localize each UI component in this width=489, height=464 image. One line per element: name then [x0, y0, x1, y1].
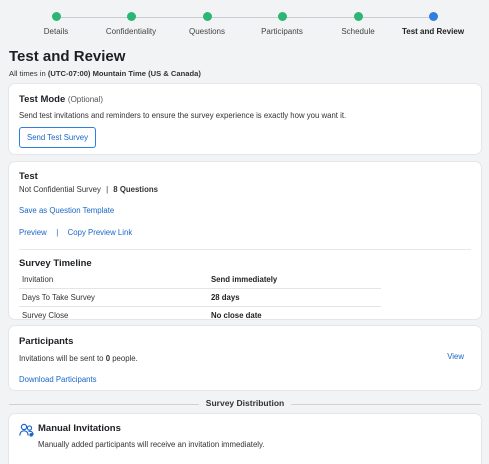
test-mode-title-text: Test Mode: [19, 94, 66, 105]
preview-link[interactable]: Preview: [19, 228, 47, 237]
copy-preview-link[interactable]: Copy Preview Link: [68, 228, 133, 237]
test-summary: Not Confidential Survey | 8 Questions: [19, 185, 471, 194]
question-count: 8: [113, 185, 118, 194]
timeline-table: Invitation Send immediately Days To Take…: [19, 271, 381, 324]
step-complete-dot: [202, 12, 212, 21]
test-card: Test Not Confidential Survey | 8 Questio…: [9, 162, 481, 320]
confidentiality-status: Not Confidential Survey: [19, 185, 101, 194]
optional-tag: (Optional): [67, 95, 104, 104]
page-title: Test and Review: [9, 48, 126, 65]
people-icon: [19, 423, 34, 442]
step-complete-dot: [126, 12, 136, 21]
step-current-dot: [428, 12, 438, 21]
table-row: Invitation Send immediately: [19, 271, 381, 289]
send-test-survey-button[interactable]: Send Test Survey: [19, 127, 96, 148]
step-test-and-review[interactable]: Test and Review: [383, 12, 483, 36]
table-row: Days To Take Survey 28 days: [19, 288, 381, 307]
table-row: Survey Close No close date: [19, 307, 381, 325]
timeline-label: Invitation: [19, 271, 208, 289]
manual-invitations-description: Manually added participants will receive…: [38, 440, 265, 449]
save-as-template-link[interactable]: Save as Question Template: [19, 206, 114, 215]
participants-card: Participants Invitations will be sent to…: [9, 326, 481, 390]
timeline-value: 28 days: [207, 288, 381, 307]
questions-label: Questions: [119, 185, 158, 194]
step-complete-dot: [51, 12, 61, 21]
separator: |: [106, 185, 109, 194]
survey-distribution-heading: Survey Distribution: [9, 398, 481, 410]
test-mode-title: Test Mode (Optional): [19, 94, 471, 105]
section-title-text: Survey Distribution: [198, 398, 292, 408]
step-complete-dot: [277, 12, 287, 21]
manual-invitations-card: Manual Invitations Manually added partic…: [9, 414, 481, 464]
timezone-note: All times in (UTC-07:00) Mountain Time (…: [9, 69, 201, 78]
timeline-label: Days To Take Survey: [19, 288, 208, 307]
step-label: Test and Review: [401, 27, 465, 36]
view-participants-link[interactable]: View: [447, 352, 464, 361]
test-mode-card: Test Mode (Optional) Send test invitatio…: [9, 84, 481, 154]
divider: [19, 249, 471, 250]
section-title: Survey Distribution: [9, 398, 481, 408]
timezone-value: (UTC-07:00) Mountain Time (US & Canada): [47, 69, 201, 78]
timeline-value: No close date: [210, 311, 262, 320]
manual-invitations-title: Manual Invitations: [38, 423, 121, 434]
timezone-prefix: All times in: [9, 69, 46, 78]
download-participants-link[interactable]: Download Participants: [19, 375, 97, 384]
participants-summary: Invitations will be sent to 0 people.: [19, 354, 471, 363]
summary-text: Invitations will be sent to: [19, 354, 104, 363]
timeline-value: Send immediately: [207, 271, 381, 289]
step-complete-dot: [353, 12, 363, 21]
link-separator: |: [56, 228, 59, 237]
summary-text: people.: [112, 354, 138, 363]
test-mode-description: Send test invitations and reminders to e…: [19, 111, 347, 120]
progress-stepper: Details Confidentiality Questions Partic…: [0, 0, 489, 44]
timeline-label: Survey Close: [22, 311, 69, 320]
test-title: Test: [19, 171, 38, 182]
participants-title: Participants: [19, 336, 74, 347]
participant-count: 0: [105, 354, 111, 363]
timeline-title: Survey Timeline: [19, 258, 92, 269]
